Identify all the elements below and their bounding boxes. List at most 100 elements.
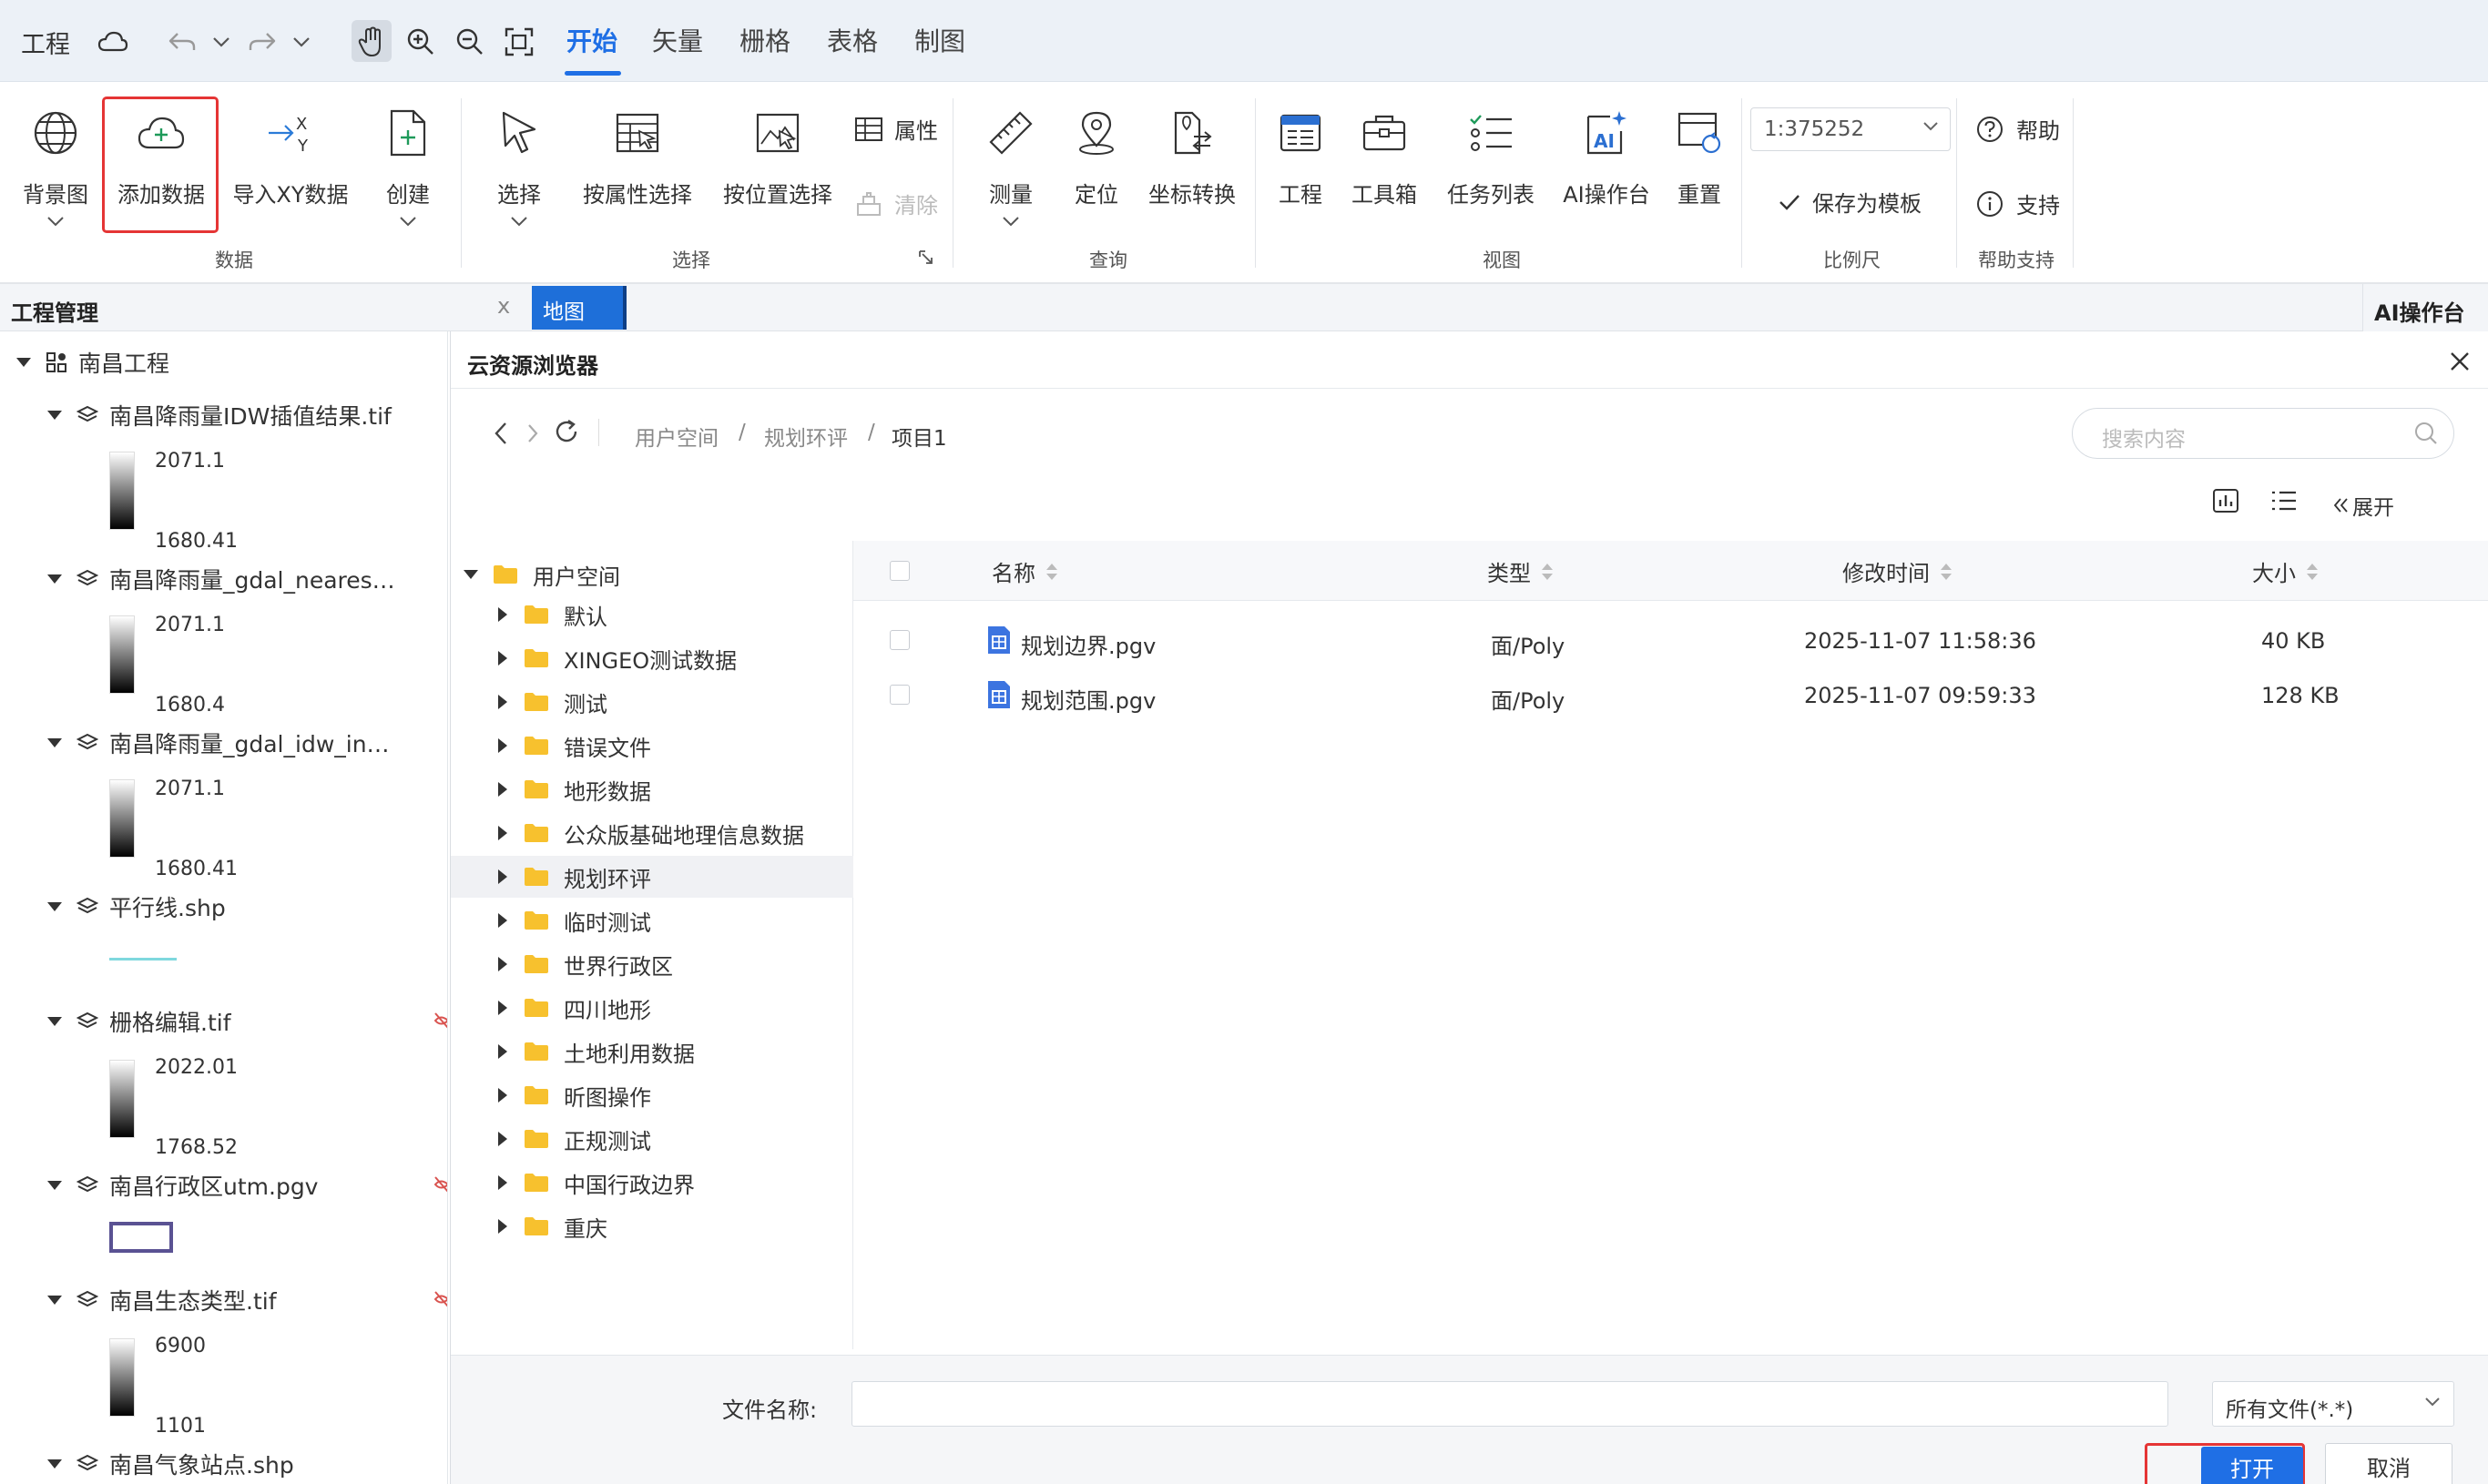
add-data-button[interactable]: 添加数据 — [107, 100, 215, 264]
attributes-button[interactable]: 属性 — [854, 113, 938, 145]
pan-hand-icon[interactable] — [353, 22, 390, 62]
cloud-icon[interactable] — [95, 22, 131, 62]
expand-arrow-icon[interactable] — [498, 1088, 507, 1103]
tab-start[interactable]: 开始 — [566, 22, 617, 66]
folder-item[interactable]: 土地利用数据 — [451, 1031, 853, 1072]
expand-arrow-icon[interactable] — [498, 826, 507, 840]
expand-arrow-icon[interactable] — [47, 1017, 62, 1026]
tab-map[interactable]: 地图 — [532, 286, 627, 330]
folder-tree-root[interactable]: 用户空间 — [451, 554, 853, 595]
search-icon[interactable] — [2413, 421, 2439, 446]
close-icon[interactable] — [2446, 348, 2473, 375]
project-panel-button[interactable]: 工程 — [1273, 100, 1328, 264]
close-project-panel-button[interactable]: x — [497, 293, 510, 319]
tab-table[interactable]: 表格 — [827, 22, 878, 66]
measure-button[interactable]: 测量 — [974, 100, 1047, 264]
tab-cartography[interactable]: 制图 — [914, 22, 965, 66]
folder-item[interactable]: 测试 — [451, 681, 853, 723]
scale-select[interactable]: 1:375252 — [1750, 107, 1951, 151]
expand-arrow-icon[interactable] — [498, 957, 507, 971]
folder-item[interactable]: 中国行政边界 — [451, 1162, 853, 1204]
filename-input[interactable] — [851, 1381, 2168, 1427]
folder-item[interactable]: 四川地形 — [451, 987, 853, 1029]
locate-button[interactable]: 定位 — [1062, 100, 1131, 264]
layer-item[interactable]: 平行线.shp — [47, 890, 226, 923]
expand-arrow-icon[interactable] — [498, 607, 507, 622]
layer-item[interactable]: 南昌降雨量_gdal_neares… — [47, 563, 395, 595]
zoom-in-icon[interactable] — [403, 22, 439, 62]
back-arrow-icon[interactable] — [493, 421, 509, 446]
cancel-button[interactable]: 取消 — [2325, 1443, 2452, 1484]
undo-icon[interactable] — [164, 22, 200, 62]
expand-arrow-icon[interactable] — [47, 1296, 62, 1305]
layer-item[interactable]: 南昌气象站点.shp — [47, 1448, 294, 1480]
expand-arrow-icon[interactable] — [498, 869, 507, 884]
open-button[interactable]: 打开 — [2201, 1447, 2303, 1484]
layer-item[interactable]: 南昌生态类型.tif — [47, 1284, 277, 1316]
file-row[interactable]: 规划边界.pgv 面/Poly 2025-11-07 11:58:36 40 KB — [853, 614, 2488, 668]
redo-dropdown-chevron-icon[interactable] — [290, 22, 313, 62]
expand-arrow-icon[interactable] — [498, 651, 507, 666]
folder-item[interactable]: 世界行政区 — [451, 943, 853, 985]
create-button[interactable]: 创建 — [372, 100, 444, 264]
expand-arrow-icon[interactable] — [498, 1132, 507, 1146]
expand-toggle[interactable]: 展开 — [2332, 490, 2394, 521]
ai-panel-title[interactable]: AI操作台 — [2374, 295, 2465, 327]
expand-arrow-icon[interactable] — [47, 1459, 62, 1469]
expand-arrow-icon[interactable] — [47, 1181, 62, 1190]
coordinate-convert-button[interactable]: 坐标转换 — [1144, 100, 1240, 264]
folder-item[interactable]: 临时测试 — [451, 900, 853, 941]
ai-console-button[interactable]: AI AI操作台 — [1559, 100, 1654, 264]
filetype-select[interactable]: 所有文件(*.*) — [2212, 1381, 2454, 1427]
support-button[interactable]: 支持 — [1976, 188, 2060, 219]
expand-arrow-icon[interactable] — [498, 913, 507, 928]
expand-arrow-icon[interactable] — [498, 1175, 507, 1190]
task-list-button[interactable]: 任务列表 — [1443, 100, 1539, 264]
file-row[interactable]: 规划范围.pgv 面/Poly 2025-11-07 09:59:33 128 KB — [853, 668, 2488, 723]
row-checkbox[interactable] — [890, 685, 910, 705]
column-header-modified[interactable]: 修改时间 — [1842, 555, 1953, 587]
select-button[interactable]: 选择 — [483, 100, 556, 264]
tab-vector[interactable]: 矢量 — [652, 22, 703, 66]
redo-icon[interactable] — [244, 22, 280, 62]
undo-dropdown-chevron-icon[interactable] — [209, 22, 233, 62]
select-by-location-button[interactable]: 按位置选择 — [719, 100, 836, 264]
layer-item[interactable]: 南昌行政区utm.pgv — [47, 1169, 318, 1202]
visibility-off-icon[interactable] — [433, 1174, 448, 1194]
column-header-size[interactable]: 大小 — [2252, 555, 2320, 587]
expand-arrow-icon[interactable] — [16, 358, 31, 367]
expand-arrow-icon[interactable] — [498, 1044, 507, 1059]
breadcrumb-item[interactable]: 规划环评 — [764, 421, 848, 452]
expand-arrow-icon[interactable] — [47, 902, 62, 911]
refresh-icon[interactable] — [553, 419, 580, 446]
expand-arrow-icon[interactable] — [498, 695, 507, 709]
search-input[interactable]: 搜索内容 — [2072, 408, 2454, 459]
row-checkbox[interactable] — [890, 630, 910, 650]
expand-arrow-icon[interactable] — [498, 782, 507, 797]
column-header-name[interactable]: 名称 — [992, 555, 1059, 587]
breadcrumb-item[interactable]: 用户空间 — [635, 421, 719, 452]
folder-item[interactable]: 公众版基础地理信息数据 — [451, 812, 853, 854]
import-xy-button[interactable]: XY 导入XY数据 — [231, 100, 350, 264]
layer-item[interactable]: 南昌降雨量_gdal_idw_in… — [47, 727, 390, 759]
zoom-out-icon[interactable] — [452, 22, 488, 62]
toolbox-button[interactable]: 工具箱 — [1346, 100, 1422, 264]
expand-arrow-icon[interactable] — [498, 1219, 507, 1234]
full-extent-icon[interactable] — [501, 22, 537, 62]
expand-arrow-icon[interactable] — [47, 411, 62, 420]
clear-selection-button[interactable]: 清除 — [854, 188, 938, 219]
expand-arrow-icon[interactable] — [464, 570, 478, 579]
basemap-button[interactable]: 背景图 — [16, 100, 95, 264]
folder-item[interactable]: 错误文件 — [451, 725, 853, 767]
folder-item[interactable]: 重庆 — [451, 1205, 853, 1247]
help-button[interactable]: 帮助 — [1976, 113, 2060, 145]
group-expand-icon[interactable] — [918, 249, 934, 266]
folder-item[interactable]: 正规测试 — [451, 1118, 853, 1160]
select-by-attribute-button[interactable]: 按属性选择 — [579, 100, 696, 264]
column-header-type[interactable]: 类型 — [1487, 555, 1555, 587]
list-view-icon[interactable] — [2270, 490, 2298, 512]
visibility-off-icon[interactable] — [433, 1289, 448, 1309]
tab-raster[interactable]: 栅格 — [739, 22, 790, 66]
folder-item[interactable]: XINGEO测试数据 — [451, 637, 853, 679]
folder-item[interactable]: 规划环评 — [451, 856, 853, 898]
